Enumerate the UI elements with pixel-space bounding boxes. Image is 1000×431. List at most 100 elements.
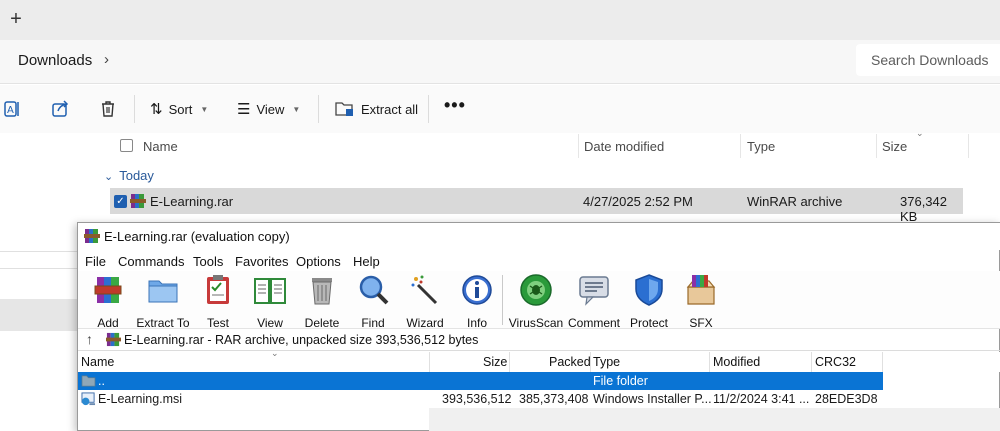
column-date-modified[interactable]: Date modified — [584, 139, 664, 154]
info-icon — [462, 275, 492, 305]
column-name[interactable]: Name — [143, 139, 178, 154]
search-input[interactable]: Search Downloads — [856, 44, 1000, 76]
address-bar: Downloads › Search Downloads — [0, 40, 1000, 84]
column-divider[interactable] — [590, 352, 591, 372]
toolbar-add-button[interactable]: Add — [78, 273, 138, 330]
column-divider[interactable] — [968, 134, 969, 158]
breadcrumb-chevron-icon[interactable]: › — [104, 51, 109, 68]
column-packed[interactable]: Packed — [549, 355, 591, 369]
sort-icon: ⇅ — [150, 101, 163, 118]
svg-text:A: A — [7, 105, 14, 116]
column-divider[interactable] — [876, 134, 877, 158]
column-type[interactable]: Type — [747, 139, 775, 154]
tab-strip: + — [0, 0, 1000, 40]
row-checkbox[interactable]: ✓ — [114, 195, 127, 208]
toolbar-comment-button[interactable]: Comment — [564, 273, 624, 330]
shield-icon — [635, 274, 663, 306]
window-title: E-Learning.rar (evaluation copy) — [104, 229, 290, 244]
list-empty-area — [429, 408, 1000, 431]
column-divider[interactable] — [578, 134, 579, 158]
sort-label: Sort — [168, 101, 193, 117]
toolbar-wizard-button[interactable]: Wizard — [395, 273, 455, 330]
extract-to-folder-icon — [148, 280, 178, 303]
column-type[interactable]: Type — [593, 355, 620, 369]
winrar-archive-icon — [130, 194, 146, 208]
column-crc32[interactable]: CRC32 — [815, 355, 856, 369]
comment-icon — [579, 276, 609, 306]
more-options-button[interactable]: ••• — [444, 95, 466, 116]
row-crc32: 28EDE3D8 — [815, 392, 878, 406]
toolbar-label: Comment — [567, 316, 620, 330]
toolbar-view-button[interactable]: View — [240, 273, 300, 330]
column-divider[interactable] — [740, 134, 741, 158]
column-size[interactable]: Size — [483, 355, 507, 369]
menu-options[interactable]: Options — [296, 254, 341, 269]
toolbar-find-button[interactable]: Find — [343, 273, 403, 330]
menu-file[interactable]: File — [85, 254, 106, 269]
new-tab-button[interactable]: + — [6, 8, 26, 30]
extract-all-button[interactable]: Extract all — [335, 97, 418, 121]
column-divider[interactable] — [429, 352, 430, 372]
delete-icon[interactable] — [98, 99, 118, 119]
archive-row[interactable]: E-Learning.msi 393,536,512 385,373,408 W… — [78, 390, 883, 408]
toolbar-info-button[interactable]: Info — [447, 273, 507, 330]
toolbar-extract-to-button[interactable]: Extract To — [133, 273, 193, 330]
breadcrumb-downloads[interactable]: Downloads — [18, 52, 92, 69]
group-header-today[interactable]: ⌄ Today — [104, 168, 154, 183]
sort-indicator-icon: ⌄ — [916, 128, 924, 138]
column-name[interactable]: Name — [81, 355, 114, 369]
column-divider[interactable] — [509, 352, 510, 372]
select-all-checkbox[interactable] — [120, 139, 133, 152]
view-button[interactable]: ☰ View ▼ — [237, 97, 300, 121]
nav-selected-item[interactable] — [0, 299, 80, 331]
toolbar-label: Test — [206, 316, 229, 330]
file-date: 4/27/2025 2:52 PM — [583, 194, 693, 209]
toolbar-protect-button[interactable]: Protect — [619, 273, 679, 330]
menu-help[interactable]: Help — [353, 254, 380, 269]
file-list-header: Name Date modified Type Size ⌄ — [95, 128, 1000, 159]
sort-button[interactable]: ⇅ Sort ▼ — [150, 97, 208, 121]
winrar-title-bar[interactable]: E-Learning.rar (evaluation copy) — [78, 223, 1000, 250]
toolbar-label: Wizard — [406, 316, 444, 330]
menu-commands[interactable]: Commands — [118, 254, 184, 269]
rename-icon[interactable]: A — [2, 99, 22, 119]
file-name: E-Learning.rar — [150, 194, 234, 209]
row-type: File folder — [593, 374, 648, 388]
group-label: Today — [119, 168, 154, 183]
toolbar-label: SFX — [689, 316, 713, 330]
column-divider[interactable] — [811, 352, 812, 372]
magic-wand-icon — [411, 275, 438, 305]
view-book-icon — [254, 278, 286, 304]
chevron-down-icon: ▼ — [292, 104, 301, 114]
column-size[interactable]: Size — [882, 139, 907, 154]
up-arrow-icon[interactable]: ↑ — [86, 331, 93, 347]
toolbar-test-button[interactable]: Test — [188, 273, 248, 330]
file-row[interactable]: ✓ E-Learning.rar 4/27/2025 2:52 PM WinRA… — [110, 188, 963, 224]
divider — [318, 95, 319, 123]
divider — [134, 95, 135, 123]
command-bar: A ⇅ Sort ▼ ☰ View ▼ Extract all ••• — [0, 85, 1000, 133]
winrar-archive-icon — [106, 332, 121, 347]
menu-tools[interactable]: Tools — [193, 254, 223, 269]
menu-favorites[interactable]: Favorites — [235, 254, 288, 269]
search-placeholder: Search Downloads — [871, 52, 989, 68]
column-divider[interactable] — [709, 352, 710, 372]
column-divider[interactable] — [882, 352, 883, 372]
test-clipboard-icon — [207, 275, 229, 304]
share-icon[interactable] — [50, 99, 70, 119]
chevron-down-icon: ▼ — [200, 104, 209, 114]
winrar-window: E-Learning.rar (evaluation copy) File Co… — [77, 222, 1000, 431]
view-label: View — [256, 101, 285, 117]
view-icon: ☰ — [237, 101, 251, 118]
archive-row-parent-folder[interactable]: .. File folder — [78, 372, 883, 390]
toolbar-sfx-button[interactable]: SFX — [671, 273, 731, 330]
column-modified[interactable]: Modified — [713, 355, 760, 369]
folder-icon — [81, 375, 96, 387]
row-modified: 11/2/2024 3:41 ... — [713, 392, 810, 406]
add-archive-icon — [94, 277, 122, 303]
toolbar-virusscan-button[interactable]: VirusScan — [506, 273, 566, 330]
trash-bin-icon — [312, 278, 332, 305]
sfx-box-icon — [686, 275, 716, 305]
extract-folder-icon — [335, 102, 353, 116]
row-name: .. — [98, 374, 105, 388]
